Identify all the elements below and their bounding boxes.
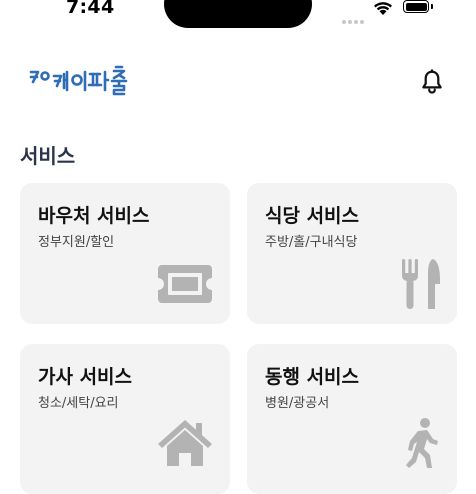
app-logo[interactable] bbox=[28, 62, 128, 106]
voucher-service-card[interactable]: 바우처 서비스 정부지원/할인 bbox=[20, 183, 230, 324]
card-title: 가사 서비스 bbox=[38, 366, 133, 388]
housekeeping-service-card[interactable]: 가사 서비스 청소/세탁/요리 bbox=[20, 344, 230, 494]
card-subtitle: 정부지원/할인 bbox=[38, 235, 115, 250]
card-subtitle: 청소/세탁/요리 bbox=[38, 396, 119, 411]
card-subtitle: 주방/홀/구내식당 bbox=[265, 235, 358, 250]
status-time: 7:44 bbox=[66, 0, 115, 18]
fork-knife-icon bbox=[402, 259, 440, 309]
house-icon bbox=[158, 420, 212, 466]
notification-button[interactable] bbox=[418, 68, 446, 100]
card-title: 바우처 서비스 bbox=[38, 205, 150, 227]
bell-icon bbox=[422, 69, 442, 94]
card-title: 식당 서비스 bbox=[265, 205, 360, 227]
ticket-icon bbox=[158, 265, 212, 303]
battery-icon bbox=[403, 0, 429, 13]
kpachul-logo bbox=[29, 65, 128, 96]
signal-icon bbox=[342, 9, 366, 28]
status-bar: 7:44 bbox=[0, 0, 476, 30]
section-title: 서비스 bbox=[20, 144, 76, 168]
dynamic-island bbox=[164, 0, 312, 28]
wifi-icon bbox=[374, 2, 392, 15]
card-subtitle: 병원/광공서 bbox=[265, 396, 330, 411]
companion-service-card[interactable]: 동행 서비스 병원/광공서 bbox=[247, 344, 457, 494]
restaurant-service-card[interactable]: 식당 서비스 주방/홀/구내식당 bbox=[247, 183, 457, 324]
card-title: 동행 서비스 bbox=[265, 366, 360, 388]
walking-person-icon bbox=[406, 418, 438, 468]
